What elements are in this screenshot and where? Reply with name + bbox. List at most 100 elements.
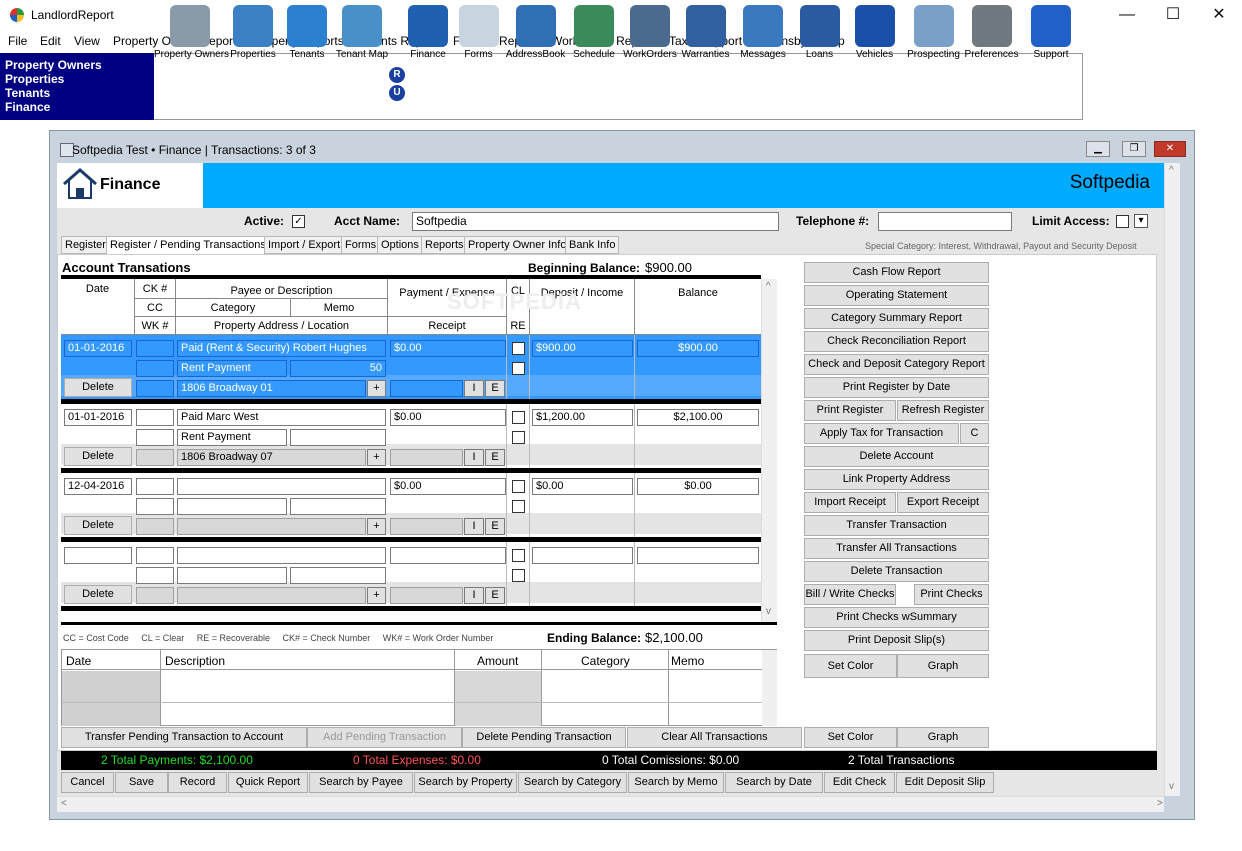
deposit-field[interactable]: $1,200.00 <box>532 409 633 426</box>
check-number-field[interactable] <box>136 547 174 564</box>
export-receipt-icon[interactable]: E <box>485 449 505 466</box>
clear-checkbox[interactable] <box>512 342 525 355</box>
payment-field[interactable]: $0.00 <box>390 409 506 426</box>
child-minimize-button[interactable]: ▁ <box>1086 141 1110 157</box>
deposit-field[interactable]: $900.00 <box>532 340 633 357</box>
pending-set-color-button[interactable]: Set Color <box>804 727 897 748</box>
delete-pending-button[interactable]: Delete Pending Transaction <box>462 727 626 748</box>
scroll-down-icon[interactable]: v <box>766 606 771 617</box>
search-by-property-button[interactable]: Search by Property <box>414 772 517 793</box>
cancel-button[interactable]: Cancel <box>61 772 114 793</box>
date-field[interactable] <box>64 547 132 564</box>
active-checkbox[interactable]: ✓ <box>292 215 305 228</box>
receipt-field[interactable] <box>390 380 463 397</box>
address-field[interactable]: 1806 Broadway 01 <box>177 380 366 397</box>
toolbar-tenants[interactable]: Tenants <box>281 0 333 66</box>
import-receipt-button[interactable]: Import Receipt <box>804 492 896 513</box>
deposit-field[interactable]: $0.00 <box>532 478 633 495</box>
add-address-button[interactable]: + <box>367 587 386 604</box>
payee-field[interactable] <box>177 478 386 495</box>
horizontal-scrollbar[interactable]: < > <box>57 796 1164 812</box>
memo-field[interactable] <box>290 567 386 584</box>
category-field[interactable]: Rent Payment <box>177 429 287 446</box>
scroll-up-icon[interactable]: ^ <box>766 281 771 292</box>
toolbar-finance[interactable]: Finance <box>404 0 452 66</box>
transfer-transaction-button[interactable]: Transfer Transaction <box>804 515 989 536</box>
toolbar-tenant-map[interactable]: Tenant Map <box>333 0 391 66</box>
recoverable-checkbox[interactable] <box>512 362 525 375</box>
register-row[interactable]: 12-04-2016 $0.00 $0.00 $0.00 Delete + I E <box>61 473 761 542</box>
toolbar-prospecting[interactable]: Prospecting <box>903 0 964 66</box>
cost-code-field[interactable] <box>136 429 174 446</box>
tab-forms[interactable]: Forms <box>341 236 381 254</box>
payee-field[interactable]: Paid (Rent & Security) Robert Hughes <box>177 340 386 357</box>
memo-field[interactable] <box>290 429 386 446</box>
toolbar-properties[interactable]: Properties <box>225 0 281 66</box>
telephone-input[interactable] <box>878 212 1012 231</box>
tab-import-export[interactable]: Import / Export <box>264 236 345 254</box>
nav-property-owners[interactable]: Property Owners <box>5 58 154 72</box>
work-order-field[interactable] <box>136 518 174 535</box>
nav-tenants[interactable]: Tenants <box>5 86 154 100</box>
vscroll-up-icon[interactable]: ^ <box>1169 165 1174 176</box>
import-receipt-icon[interactable]: I <box>464 380 484 397</box>
scroll-left-icon[interactable]: < <box>61 798 67 809</box>
child-close-button[interactable]: ✕ <box>1154 141 1186 157</box>
toolbar-warranties[interactable]: Warranties <box>678 0 733 66</box>
toolbar-forms[interactable]: Forms <box>452 0 505 66</box>
export-receipt-icon[interactable]: E <box>485 587 505 604</box>
edit-check-button[interactable]: Edit Check <box>824 772 895 793</box>
save-button[interactable]: Save <box>115 772 168 793</box>
toolbar-preferences[interactable]: Preferences <box>964 0 1019 66</box>
check-number-field[interactable] <box>136 409 174 426</box>
print-checks-wsummary-button[interactable]: Print Checks wSummary <box>804 607 989 628</box>
payee-field[interactable]: Paid Marc West <box>177 409 386 426</box>
clear-checkbox[interactable] <box>512 411 525 424</box>
tab-register-pending[interactable]: Register / Pending Transactions <box>106 236 270 255</box>
scroll-right-icon[interactable]: > <box>1157 798 1163 809</box>
receipt-field[interactable] <box>390 518 463 535</box>
toolbar-workorders[interactable]: WorkOrders <box>622 0 678 66</box>
address-field[interactable]: 1806 Broadway 07 <box>177 449 366 466</box>
u-badge-icon[interactable]: U <box>389 85 405 101</box>
bill-write-checks-button[interactable]: Bill / Write Checks <box>804 584 896 605</box>
nav-properties[interactable]: Properties <box>5 72 154 86</box>
check-number-field[interactable] <box>136 340 174 357</box>
c-button[interactable]: C <box>960 423 989 444</box>
category-summary-report-button[interactable]: Category Summary Report <box>804 308 989 329</box>
recoverable-checkbox[interactable] <box>512 431 525 444</box>
check-and-deposit-category-report-button[interactable]: Check and Deposit Category Report <box>804 354 989 375</box>
delete-row-button[interactable]: Delete <box>64 585 132 604</box>
menu-edit[interactable]: Edit <box>40 34 61 48</box>
export-receipt-icon[interactable]: E <box>485 380 505 397</box>
set-color-button[interactable]: Set Color <box>804 654 897 678</box>
menu-file[interactable]: File <box>8 34 27 48</box>
date-field[interactable]: 01-01-2016 <box>64 409 132 426</box>
minimize-button[interactable]: — <box>1104 0 1150 31</box>
add-address-button[interactable]: + <box>367 449 386 466</box>
receipt-field[interactable] <box>390 587 463 604</box>
r-badge-icon[interactable]: R <box>389 67 405 83</box>
toolbar-support[interactable]: Support <box>1019 0 1083 66</box>
toolbar-addressbook[interactable]: AddressBook <box>505 0 566 66</box>
toolbar-loans[interactable]: Loans <box>793 0 846 66</box>
refresh-register-button[interactable]: Refresh Register <box>897 400 989 421</box>
import-receipt-icon[interactable]: I <box>464 518 484 535</box>
add-address-button[interactable]: + <box>367 380 386 397</box>
menu-view[interactable]: View <box>74 34 100 48</box>
date-field[interactable]: 01-01-2016 <box>64 340 132 357</box>
check-number-field[interactable] <box>136 478 174 495</box>
print-register-button[interactable]: Print Register <box>804 400 896 421</box>
date-field[interactable]: 12-04-2016 <box>64 478 132 495</box>
cost-code-field[interactable] <box>136 498 174 515</box>
delete-transaction-button[interactable]: Delete Transaction <box>804 561 989 582</box>
clear-checkbox[interactable] <box>512 549 525 562</box>
check-reconciliation-report-button[interactable]: Check Reconciliation Report <box>804 331 989 352</box>
search-by-category-button[interactable]: Search by Category <box>518 772 627 793</box>
print-checks-button[interactable]: Print Checks <box>914 584 989 605</box>
record-button[interactable]: Record <box>168 772 227 793</box>
quick-report-button[interactable]: Quick Report <box>228 772 308 793</box>
vscroll-down-icon[interactable]: v <box>1169 781 1174 792</box>
delete-account-button[interactable]: Delete Account <box>804 446 989 467</box>
toolbar-messages[interactable]: Messages <box>733 0 793 66</box>
